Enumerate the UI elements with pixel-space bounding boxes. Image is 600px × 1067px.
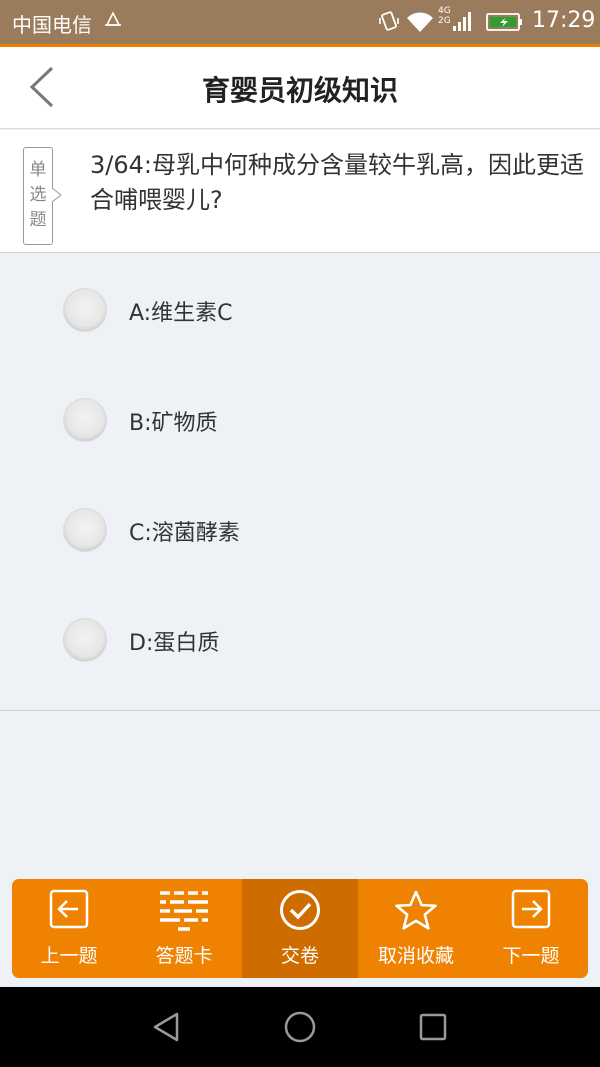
answer-card-icon (160, 891, 208, 931)
tool-label: 答题卡 (155, 945, 213, 967)
tool-label: 下一题 (502, 945, 560, 967)
tag-pointer-icon (52, 188, 62, 202)
radio-button[interactable] (63, 618, 107, 662)
status-bar: 中国电信 4G 2G 17:29 (0, 0, 600, 44)
option-list: A:维生素C B:矿物质 C:溶菌酵素 D:蛋白质 (0, 253, 600, 711)
bottom-toolbar: 上一题 答题卡 交卷 取消收藏 下一题 (12, 879, 588, 978)
app-header: 育婴员初级知识 (0, 47, 600, 129)
question-text: 3/64:母乳中何种成分含量较牛乳高，因此更适合哺喂婴儿? (90, 151, 584, 214)
system-nav-bar (0, 987, 600, 1067)
battery-icon (486, 13, 522, 31)
option-label: A:维生素C (129, 301, 233, 326)
radio-button[interactable] (63, 508, 107, 552)
answer-card-button[interactable]: 答题卡 (126, 879, 242, 978)
arrow-right-box-icon (511, 889, 551, 929)
question-type-char: 选 (29, 185, 47, 205)
option-c[interactable]: C:溶菌酵素 (0, 490, 600, 570)
radio-button[interactable] (63, 398, 107, 442)
option-label: C:溶菌酵素 (129, 521, 240, 546)
recents-square-icon[interactable] (415, 1009, 451, 1045)
network-type-label: 4G 2G (438, 6, 451, 26)
tool-label: 交卷 (280, 945, 319, 967)
tool-label: 上一题 (40, 945, 98, 967)
carrier-name: 中国电信 (12, 13, 92, 37)
submit-exam-button[interactable]: 交卷 (242, 879, 358, 978)
radio-button[interactable] (63, 288, 107, 332)
tool-label: 取消收藏 (377, 945, 454, 967)
unfavorite-button[interactable]: 取消收藏 (358, 879, 474, 978)
vibrate-icon (379, 11, 399, 31)
home-circle-icon[interactable] (282, 1009, 318, 1045)
sim-icon (105, 11, 121, 26)
question-panel: 单 选 题 3/64:母乳中何种成分含量较牛乳高，因此更适合哺喂婴儿? (0, 130, 600, 253)
option-label: D:蛋白质 (129, 631, 220, 656)
option-d[interactable]: D:蛋白质 (0, 600, 600, 680)
clock: 17:29 (532, 8, 596, 33)
back-triangle-icon[interactable] (149, 1009, 185, 1045)
signal-icon (453, 12, 471, 31)
question-type-tag: 单 选 题 (23, 147, 53, 245)
option-b[interactable]: B:矿物质 (0, 380, 600, 460)
check-circle-icon (280, 890, 320, 930)
wifi-icon (407, 12, 433, 32)
page-title: 育婴员初级知识 (201, 74, 398, 107)
star-icon (395, 890, 437, 930)
arrow-left-box-icon (49, 889, 89, 929)
option-label: B:矿物质 (129, 411, 218, 436)
option-a[interactable]: A:维生素C (0, 270, 600, 350)
question-type-char: 题 (29, 210, 47, 230)
question-type-char: 单 (29, 160, 47, 180)
previous-question-button[interactable]: 上一题 (12, 879, 126, 978)
next-question-button[interactable]: 下一题 (474, 879, 588, 978)
